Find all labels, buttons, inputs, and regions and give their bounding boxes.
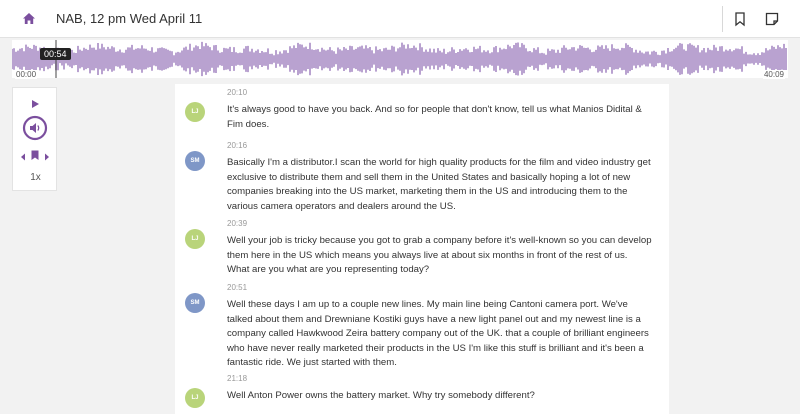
timestamp[interactable]: 20:10 [227,88,247,97]
page-title: NAB, 12 pm Wed April 11 [56,11,203,26]
transcript-text: Well these days I am up to a couple new … [227,299,649,368]
avatar: LJ [185,229,205,249]
avatar: SM [185,293,205,313]
transcript-text: Well Anton Power owns the battery market… [227,390,535,401]
bookmark-marker-icon[interactable] [30,148,40,166]
audio-waveform[interactable] [12,40,788,78]
time-start: 00:00 [15,70,38,79]
play-icon[interactable] [30,96,40,114]
avatar: LJ [185,388,205,408]
transcript-text: Well your job is tricky because you got … [227,235,652,275]
transcript-panel: LJ 20:10 It's always good to have you ba… [175,84,669,414]
bookmark-icon[interactable] [731,10,749,28]
current-time-badge: 00:54 [40,48,71,60]
transcript-text: Basically I'm a distributor.I scan the w… [227,157,651,212]
timestamp[interactable]: 21:18 [227,374,247,383]
playback-controls: 1x [12,87,57,191]
toolbar-divider [722,6,723,32]
timestamp[interactable]: 20:16 [227,141,247,150]
avatar: SM [185,151,205,171]
avatar: LJ [185,102,205,122]
playback-speed[interactable]: 1x [13,172,58,183]
note-icon[interactable] [763,10,781,28]
timestamp[interactable]: 20:39 [227,219,247,228]
transcript-text: It's always good to have you back. And s… [227,104,642,130]
time-end: 40:09 [762,70,785,79]
next-bookmark-icon[interactable] [43,149,51,167]
volume-icon[interactable] [22,115,48,146]
top-bar: NAB, 12 pm Wed April 11 [0,0,800,38]
waveform-bars [12,41,787,77]
previous-bookmark-icon[interactable] [19,149,27,167]
timestamp[interactable]: 20:51 [227,283,247,292]
home-icon[interactable] [20,10,38,28]
